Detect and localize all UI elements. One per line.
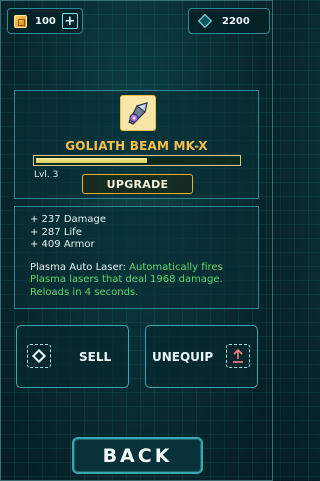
stat-armor: + 409 Armor [30, 239, 95, 250]
gem-icon [197, 13, 213, 29]
item-name: GOLIATH BEAM MK-X [65, 139, 208, 153]
stat-damage: + 237 Damage [30, 214, 107, 225]
coin-amount: 100 [35, 15, 56, 27]
stat-life: + 287 Life [30, 226, 82, 238]
ability-description: Plasma Auto Laser: Automatically fires P… [30, 262, 254, 300]
xp-progress-fill [36, 158, 148, 163]
ability-name: Plasma Auto Laser: [30, 261, 126, 273]
add-coins-button[interactable]: + [61, 13, 78, 29]
plus-icon: + [64, 13, 76, 29]
xp-progress-bar [33, 155, 241, 166]
gem-counter: 2200 [188, 8, 270, 34]
coin-counter: 100 + [7, 8, 83, 34]
unequip-button[interactable]: UNEQUIP [145, 325, 258, 388]
stats-panel: + 237 Damage + 287 Life + 409 Armor Plas… [14, 206, 259, 309]
laser-gun-icon [120, 95, 156, 131]
item-level: Lvl. 3 [34, 170, 59, 180]
unequip-label: UNEQUIP [152, 350, 214, 364]
back-button[interactable]: BACK [72, 437, 203, 474]
unequip-arrow-icon [226, 344, 250, 368]
upgrade-button[interactable]: UPGRADE [82, 174, 193, 194]
sell-label: SELL [79, 350, 112, 364]
gem-amount: 2200 [222, 15, 250, 27]
coin-icon [14, 14, 27, 28]
diamond-icon [27, 344, 51, 368]
sell-button[interactable]: SELL [16, 325, 129, 388]
